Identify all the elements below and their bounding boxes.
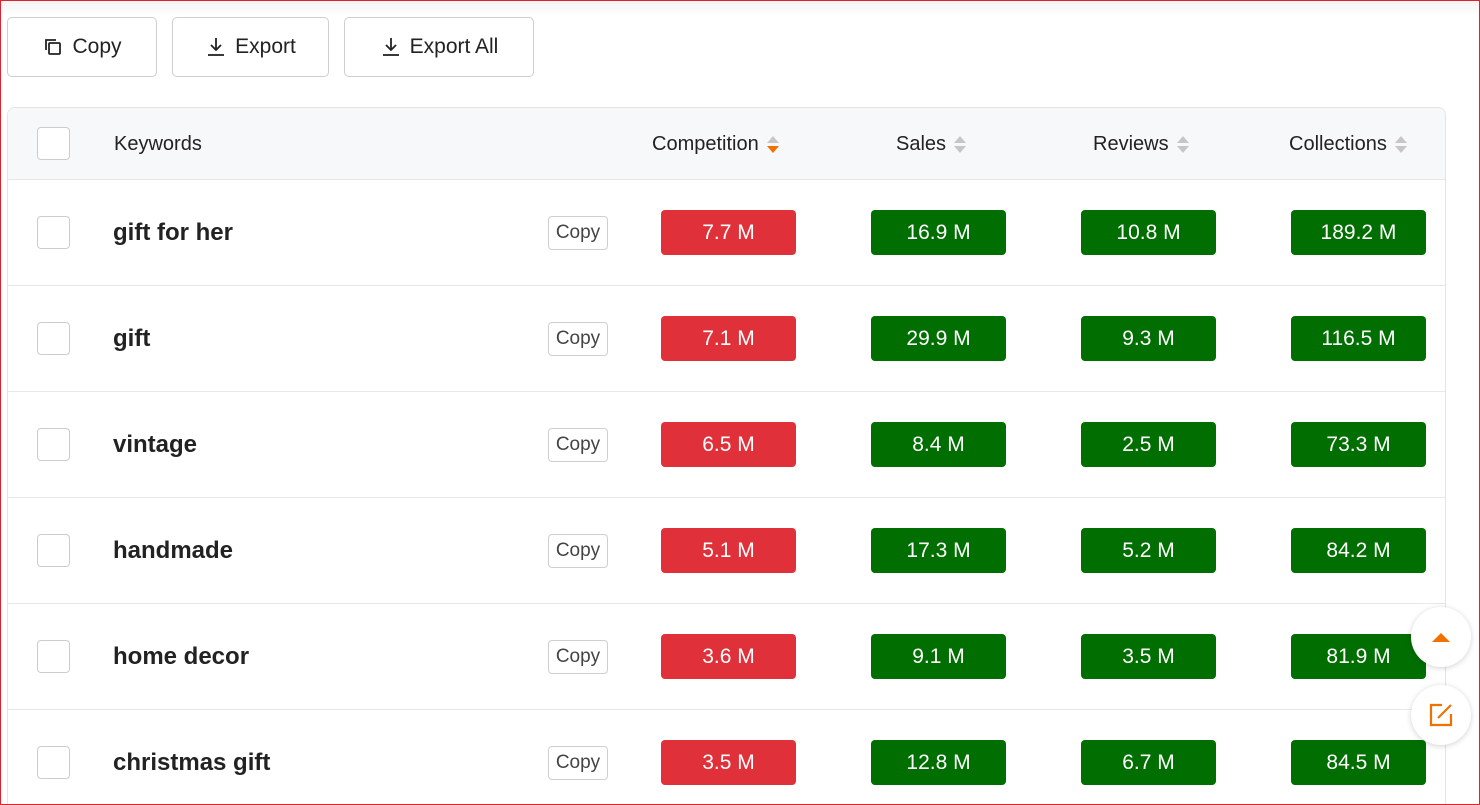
- reviews-badge: 3.5 M: [1081, 634, 1216, 679]
- keyword-cell: home decor: [113, 643, 250, 670]
- collections-badge: 73.3 M: [1291, 422, 1426, 467]
- sort-icon[interactable]: [1394, 135, 1407, 153]
- row-copy-button[interactable]: Copy: [548, 640, 608, 674]
- competition-badge: 3.5 M: [661, 740, 796, 785]
- export-all-button-label: Export All: [409, 35, 499, 58]
- export-button[interactable]: Export: [172, 17, 329, 77]
- keyword-cell: gift for her: [113, 219, 233, 246]
- top-shadow: [0, 0, 1480, 16]
- header-keywords: Keywords: [114, 108, 202, 180]
- header-reviews-label: Reviews: [1093, 132, 1169, 155]
- sales-badge: 12.8 M: [871, 740, 1006, 785]
- row-checkbox[interactable]: [37, 640, 70, 673]
- keyword-cell: christmas gift: [113, 749, 271, 776]
- row-checkbox[interactable]: [37, 428, 70, 461]
- header-competition[interactable]: Competition: [652, 108, 779, 180]
- header-reviews[interactable]: Reviews: [1093, 108, 1189, 180]
- reviews-badge: 6.7 M: [1081, 740, 1216, 785]
- export-all-button[interactable]: Export All: [344, 17, 534, 77]
- keywords-table: Keywords Competition Sales Reviews Colle…: [7, 107, 1446, 805]
- competition-badge: 3.6 M: [661, 634, 796, 679]
- scroll-top-button[interactable]: [1411, 607, 1471, 667]
- sales-badge: 9.1 M: [871, 634, 1006, 679]
- select-all-checkbox[interactable]: [37, 127, 70, 160]
- header-sales[interactable]: Sales: [896, 108, 967, 180]
- keyword-cell: gift: [113, 325, 151, 352]
- collections-badge: 189.2 M: [1291, 210, 1426, 255]
- competition-badge: 7.1 M: [661, 316, 796, 361]
- collections-badge: 84.5 M: [1291, 740, 1426, 785]
- row-copy-button[interactable]: Copy: [548, 746, 608, 780]
- sales-badge: 8.4 M: [871, 422, 1006, 467]
- sort-icon[interactable]: [766, 135, 779, 153]
- collections-badge: 81.9 M: [1291, 634, 1426, 679]
- copy-button[interactable]: Copy: [7, 17, 157, 77]
- sort-icon[interactable]: [954, 135, 967, 153]
- row-checkbox[interactable]: [37, 534, 70, 567]
- table-row: handmade Copy 5.1 M 17.3 M 5.2 M 84.2 M: [8, 498, 1445, 604]
- feedback-button[interactable]: [1411, 685, 1471, 745]
- arrow-up-icon: [1432, 633, 1450, 642]
- header-collections[interactable]: Collections: [1289, 108, 1407, 180]
- reviews-badge: 2.5 M: [1081, 422, 1216, 467]
- table-header: Keywords Competition Sales Reviews Colle…: [8, 108, 1445, 180]
- competition-badge: 5.1 M: [661, 528, 796, 573]
- table-row: home decor Copy 3.6 M 9.1 M 3.5 M 81.9 M: [8, 604, 1445, 710]
- download-icon: [208, 38, 225, 56]
- row-copy-button[interactable]: Copy: [548, 322, 608, 356]
- sales-badge: 16.9 M: [871, 210, 1006, 255]
- reviews-badge: 10.8 M: [1081, 210, 1216, 255]
- reviews-badge: 9.3 M: [1081, 316, 1216, 361]
- copy-icon: [45, 39, 62, 55]
- reviews-badge: 5.2 M: [1081, 528, 1216, 573]
- keyword-cell: handmade: [113, 537, 234, 564]
- row-checkbox[interactable]: [37, 746, 70, 779]
- toolbar: Copy Export Export All: [7, 17, 534, 77]
- row-checkbox[interactable]: [37, 216, 70, 249]
- row-copy-button[interactable]: Copy: [548, 216, 608, 250]
- competition-badge: 7.7 M: [661, 210, 796, 255]
- header-keywords-label: Keywords: [114, 132, 202, 155]
- copy-button-label: Copy: [72, 35, 122, 58]
- table-row: vintage Copy 6.5 M 8.4 M 2.5 M 73.3 M: [8, 392, 1445, 498]
- table-row: gift for her Copy 7.7 M 16.9 M 10.8 M 18…: [8, 180, 1445, 286]
- header-competition-label: Competition: [652, 132, 759, 155]
- row-checkbox[interactable]: [37, 322, 70, 355]
- export-button-label: Export: [235, 35, 296, 58]
- table-row: gift Copy 7.1 M 29.9 M 9.3 M 116.5 M: [8, 286, 1445, 392]
- keyword-cell: vintage: [113, 431, 198, 458]
- header-sales-label: Sales: [896, 132, 947, 155]
- sales-badge: 17.3 M: [871, 528, 1006, 573]
- sales-badge: 29.9 M: [871, 316, 1006, 361]
- download-icon: [382, 38, 399, 56]
- row-copy-button[interactable]: Copy: [548, 428, 608, 462]
- collections-badge: 84.2 M: [1291, 528, 1426, 573]
- header-collections-label: Collections: [1289, 132, 1387, 155]
- competition-badge: 6.5 M: [661, 422, 796, 467]
- collections-badge: 116.5 M: [1291, 316, 1426, 361]
- table-row: christmas gift Copy 3.5 M 12.8 M 6.7 M 8…: [8, 710, 1445, 805]
- sort-icon[interactable]: [1176, 135, 1189, 153]
- row-copy-button[interactable]: Copy: [548, 534, 608, 568]
- edit-icon: [1429, 703, 1453, 727]
